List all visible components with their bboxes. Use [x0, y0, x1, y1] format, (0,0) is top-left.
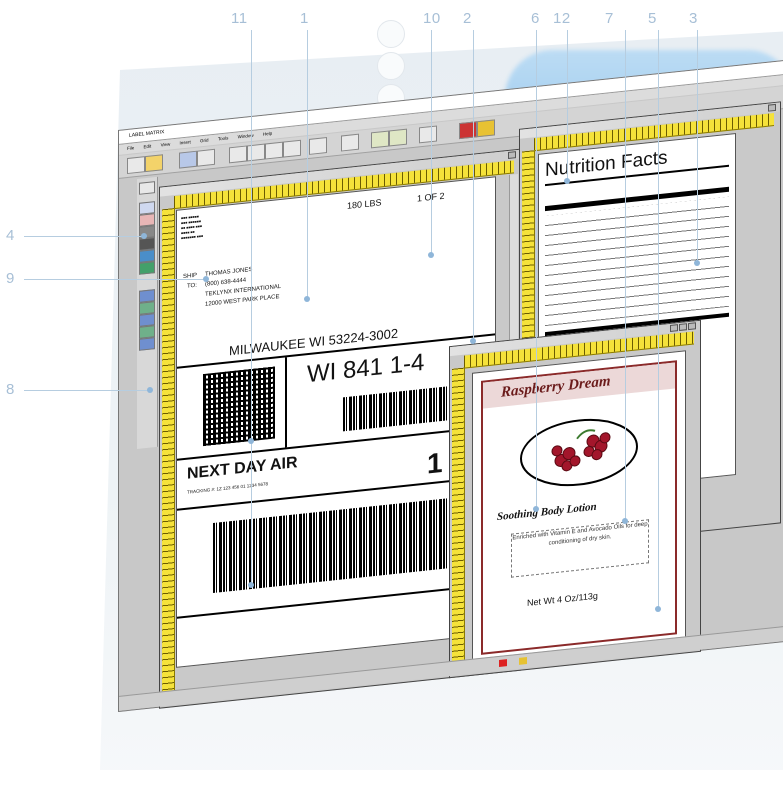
- to-label: TO:: [187, 282, 197, 290]
- callout-marker: [428, 252, 434, 258]
- rotate-icon[interactable]: [139, 337, 155, 351]
- tracking-barcode: [213, 497, 453, 594]
- callout-5: 5: [648, 10, 657, 27]
- service-number: 1: [427, 446, 443, 480]
- decor-circle: [377, 52, 405, 80]
- callout-marker: [203, 276, 209, 282]
- raspberry-subtitle: Soothing Body Lotion: [497, 500, 597, 524]
- open-icon[interactable]: [145, 154, 163, 173]
- callout-12: 12: [553, 10, 571, 27]
- callout-leader: [625, 30, 626, 520]
- callout-leader: [536, 30, 537, 508]
- weight-text: 180 LBS: [347, 197, 382, 211]
- database-icon[interactable]: [309, 137, 327, 155]
- menu-help[interactable]: Help: [263, 131, 272, 137]
- app-title: LABEL MATRIX: [129, 129, 165, 139]
- picture-tool-icon[interactable]: [139, 261, 155, 275]
- callout-marker: [533, 506, 539, 512]
- close-icon[interactable]: [508, 151, 516, 160]
- menu-view[interactable]: View: [161, 142, 171, 148]
- traffic-light-icon[interactable]: [477, 119, 495, 138]
- sender-block: ■■■ ■■■■■ ■■■ ■■■■■■ ■■ ■■■■ ■■■ ■■■■ ■■ ■■■…: [181, 214, 204, 241]
- zoom-in-icon[interactable]: [371, 130, 389, 149]
- paste-icon[interactable]: [265, 141, 283, 160]
- callout-11: 11: [231, 10, 248, 27]
- callout-3: 3: [689, 10, 698, 27]
- preview-icon[interactable]: [197, 148, 215, 167]
- raspberry-description: Enriched with Vitamin E and Avocado Oils…: [511, 519, 649, 578]
- callout-leader: [24, 236, 144, 237]
- menu-edit[interactable]: Edit: [144, 144, 152, 150]
- recipient-name: THOMAS JONES: [205, 266, 253, 278]
- callout-9: 9: [6, 270, 15, 287]
- vertical-ruler: [162, 208, 175, 700]
- zoom-out-icon[interactable]: [389, 128, 407, 147]
- callout-leader: [307, 30, 308, 298]
- object-toolbar: [137, 176, 158, 450]
- close-icon[interactable]: [768, 103, 776, 112]
- callout-1: 1: [300, 10, 309, 27]
- minimize-icon[interactable]: [670, 324, 678, 332]
- maximize-icon[interactable]: [679, 323, 687, 332]
- raspberry-label-window: Raspberry Dream Soothing Body Lotion Enr…: [449, 319, 701, 679]
- raspberry-label-page[interactable]: Raspberry Dream Soothing Body Lotion Enr…: [472, 350, 686, 665]
- close-icon[interactable]: [688, 322, 696, 331]
- callout-marker: [147, 387, 153, 393]
- record-icon[interactable]: [459, 121, 477, 140]
- callout-marker: [622, 518, 628, 524]
- callout-marker: [470, 338, 476, 344]
- copy-icon[interactable]: [247, 143, 265, 162]
- menu-insert[interactable]: Insert: [180, 139, 191, 145]
- shipping-label-page[interactable]: ■■■ ■■■■■ ■■■ ■■■■■■ ■■ ■■■■ ■■■ ■■■■ ■■ ■■■…: [176, 176, 496, 668]
- callout-leader: [567, 30, 568, 180]
- callout-10: 10: [423, 10, 441, 27]
- traffic-light-icon: [519, 657, 527, 665]
- callout-marker: [304, 296, 310, 302]
- callout-leader: [697, 30, 698, 262]
- divider: [285, 357, 287, 448]
- callout-marker: [564, 178, 570, 184]
- callout-marker: [655, 606, 661, 612]
- select-arrow-icon[interactable]: [139, 181, 155, 195]
- menu-grid[interactable]: Grid: [200, 137, 209, 143]
- callout-marker: [141, 233, 147, 239]
- app-window: LABEL MATRIX File Edit View Insert Grid …: [118, 56, 783, 713]
- callout-leader: [658, 30, 659, 610]
- service-level: NEXT DAY AIR: [187, 454, 298, 483]
- recipient-phone: (800) 638-4444: [205, 277, 247, 288]
- callout-8: 8: [6, 381, 15, 398]
- callout-leader: [24, 279, 206, 280]
- raspberry-label-frame: Raspberry Dream Soothing Body Lotion Enr…: [481, 360, 677, 655]
- route-code: WI 841 1-4: [307, 348, 425, 389]
- callout-6: 6: [531, 10, 540, 27]
- record-icon: [499, 659, 507, 667]
- callout-2: 2: [463, 10, 472, 27]
- route-barcode: [343, 384, 463, 432]
- label-setup-icon[interactable]: [341, 133, 359, 152]
- print-icon[interactable]: [179, 150, 197, 169]
- callout-leader: [431, 30, 432, 254]
- menu-file[interactable]: File: [127, 145, 134, 151]
- menu-tools[interactable]: Tools: [218, 135, 229, 141]
- vertical-ruler: [452, 367, 465, 669]
- nutrient-rows: [545, 196, 729, 327]
- tracking-number: TRACKING #: 1Z 123 456 01 1234 5678: [187, 481, 269, 495]
- grid-icon[interactable]: [419, 125, 437, 144]
- callout-marker: [248, 438, 254, 444]
- callout-7: 7: [605, 10, 614, 27]
- callout-leader: [473, 30, 474, 340]
- callout-marker: [694, 260, 700, 266]
- undo-icon[interactable]: [283, 139, 301, 158]
- new-icon[interactable]: [127, 156, 145, 175]
- callout-leader: [24, 390, 150, 391]
- cut-icon[interactable]: [229, 145, 247, 164]
- callout-4: 4: [6, 227, 15, 244]
- maxicode-2d-barcode: [203, 366, 275, 447]
- callout-leader: [251, 30, 252, 586]
- raspberry-net-weight: Net Wt 4 Oz/113g: [527, 590, 598, 609]
- decor-circle: [377, 20, 405, 48]
- callout-marker: [248, 582, 254, 588]
